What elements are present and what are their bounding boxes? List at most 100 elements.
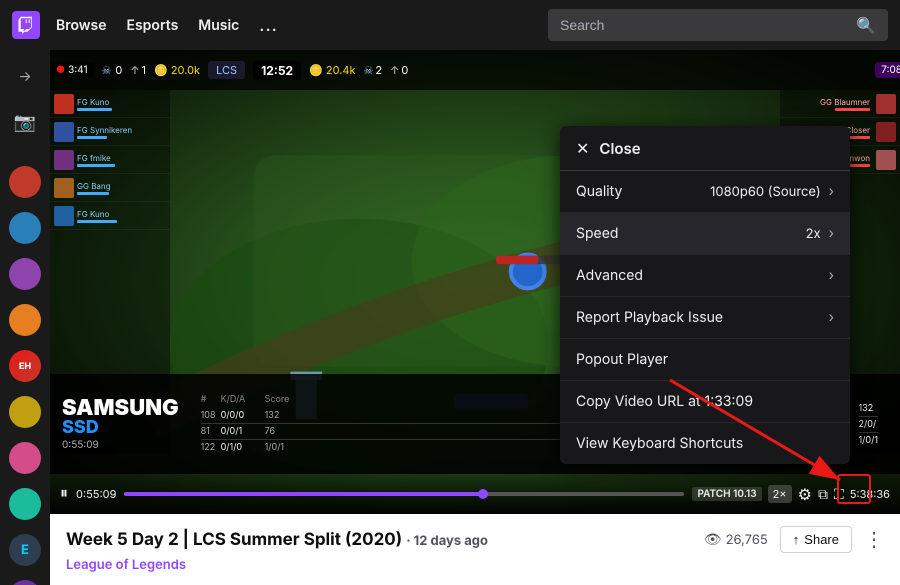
progress-bar[interactable] <box>124 492 684 496</box>
progress-thumb <box>478 489 488 499</box>
ad-brand-sub: SSD <box>62 419 99 437</box>
twitch-logo[interactable] <box>12 11 40 39</box>
hud-assists-left: ↑1 <box>130 63 146 77</box>
player-row-4: GG Bang <box>50 174 170 202</box>
share-button[interactable]: ↑ Share <box>780 526 852 553</box>
popup-item-speed[interactable]: Speed 2x › <box>560 213 850 255</box>
more-options-button[interactable]: ⋮ <box>864 527 884 552</box>
sidebar-avatar-10[interactable] <box>9 580 41 585</box>
player-avatar-2 <box>54 122 74 142</box>
speed-badge[interactable]: 2× <box>768 485 792 503</box>
view-count: 👁 26,765 <box>704 531 768 548</box>
hud-assists-right: ↑0 <box>390 63 408 77</box>
sidebar-camera-icon[interactable]: 📷 <box>9 106 41 138</box>
popup-advanced-label: Advanced <box>576 267 829 284</box>
video-title-block: Week 5 Day 2 | LCS Summer Split (2020) ·… <box>66 529 488 550</box>
popup-close-button[interactable]: ✕ <box>576 138 589 158</box>
sidebar-avatar-1[interactable] <box>9 166 41 198</box>
video-container[interactable]: ● 3:41 ☠ 0 ↑1 🪙 20.0k LCS 12:52 🪙 20.4k … <box>50 50 900 514</box>
fullscreen-button[interactable]: ⛶ <box>834 486 844 503</box>
eye-icon: 👁 <box>704 531 722 548</box>
right-scoreboard: 132 2/0/ 1/0/1 <box>859 401 879 448</box>
right-player-avatar-3 <box>876 150 896 170</box>
settings-button[interactable]: ⚙ <box>798 484 812 504</box>
ad-brand-name: SAMSUNG <box>62 397 179 419</box>
nav-browse[interactable]: Browse <box>56 17 107 34</box>
sidebar-avatar-6[interactable] <box>9 396 41 428</box>
video-age: · 12 days ago <box>406 533 488 549</box>
play-pause-button[interactable]: ⏸ <box>60 485 68 503</box>
popup-item-advanced[interactable]: Advanced › <box>560 255 850 297</box>
player-row-2: FG Synnikeren <box>50 118 170 146</box>
hud-gold-left: 🪙 20.0k <box>154 63 200 77</box>
lcs-badge: LCS <box>208 61 245 79</box>
content-area: ● 3:41 ☠ 0 ↑1 🪙 20.0k LCS 12:52 🪙 20.4k … <box>50 50 900 585</box>
popup-quality-value: 1080p60 (Source) <box>710 184 820 200</box>
player-row-5: FG Kuno <box>50 202 170 230</box>
video-actions: 👁 26,765 ↑ Share ⋮ <box>704 526 884 553</box>
search-bar[interactable]: 🔍 <box>548 9 888 41</box>
nav-music[interactable]: Music <box>198 17 239 34</box>
current-time: 0:55:09 <box>76 487 116 501</box>
right-player-avatar-1 <box>876 94 896 114</box>
nav-more[interactable]: ... <box>259 15 278 36</box>
right-player-avatar-2 <box>876 122 896 142</box>
popup-item-report[interactable]: Report Playback Issue › <box>560 297 850 339</box>
settings-popup: ✕ Close Quality 1080p60 (Source) › Speed… <box>560 126 850 464</box>
player-avatar-1 <box>54 94 74 114</box>
total-time: 5:38:36 <box>850 487 890 501</box>
popup-item-copy-url[interactable]: Copy Video URL at 1:33:09 <box>560 381 850 423</box>
right-player-row-1: GG Blaumner <box>780 90 900 118</box>
sidebar-avatar-5[interactable]: EH <box>9 350 41 382</box>
video-controls: ⏸ 0:55:09 PATCH 10.13 2× ⚙ ⧉ ⛶ 5:38:36 <box>50 474 900 514</box>
search-input[interactable] <box>560 17 848 33</box>
progress-fill <box>124 492 488 496</box>
below-video: Week 5 Day 2 | LCS Summer Split (2020) ·… <box>50 514 900 585</box>
player-info-2: FG Synnikeren <box>77 125 132 139</box>
nav-links: Browse Esports Music ... <box>56 15 278 36</box>
patch-badge: PATCH 10.13 <box>692 487 761 501</box>
sidebar-avatar-7[interactable] <box>9 442 41 474</box>
popup-keyboard-label: View Keyboard Shortcuts <box>576 435 834 452</box>
main-layout: → 📷 EH E <box>0 50 900 585</box>
search-icon: 🔍 <box>856 15 876 35</box>
player-info-5: FG Kuno <box>77 209 117 223</box>
popup-item-quality[interactable]: Quality 1080p60 (Source) › <box>560 171 850 213</box>
popup-report-label: Report Playback Issue <box>576 309 829 326</box>
nav-esports[interactable]: Esports <box>127 17 179 34</box>
game-hud-top: ● 3:41 ☠ 0 ↑1 🪙 20.0k LCS 12:52 🪙 20.4k … <box>50 50 900 90</box>
player-info-4: GG Bang <box>77 181 111 195</box>
popup-speed-label: Speed <box>576 225 806 242</box>
popup-item-popout[interactable]: Popout Player <box>560 339 850 381</box>
top-navigation: Browse Esports Music ... 🔍 <box>0 0 900 50</box>
popup-quality-label: Quality <box>576 183 710 200</box>
popup-report-arrow: › <box>829 309 834 326</box>
player-row-1: FG Kuno <box>50 90 170 118</box>
sidebar-collapse-icon[interactable]: → <box>9 60 41 92</box>
player-info-1: FG Kuno <box>77 97 112 111</box>
hud-kills-left: ☠ 0 <box>102 63 123 77</box>
popup-copy-url-label: Copy Video URL at 1:33:09 <box>576 393 834 410</box>
sidebar-avatar-2[interactable] <box>9 212 41 244</box>
popup-item-keyboard[interactable]: View Keyboard Shortcuts <box>560 423 850 464</box>
popup-advanced-arrow: › <box>829 267 834 284</box>
sidebar-avatar-9[interactable]: E <box>9 534 41 566</box>
channel-link[interactable]: League of Legends <box>66 557 186 573</box>
right-player-info-1: GG Blaumner <box>820 97 870 111</box>
sidebar-avatar-4[interactable] <box>9 304 41 336</box>
stream-timer-value: 3:41 <box>68 64 87 76</box>
player-avatar-5 <box>54 206 74 226</box>
stream-timer: ● 3:41 <box>50 62 94 78</box>
player-avatar-3 <box>54 150 74 170</box>
player-row-3: FG fmike <box>50 146 170 174</box>
popup-speed-arrow: › <box>829 225 834 242</box>
sidebar-avatar-3[interactable] <box>9 258 41 290</box>
popup-speed-value: 2x <box>806 226 821 242</box>
popup-popout-label: Popout Player <box>576 351 834 368</box>
hud-icon-skull: ☠ <box>102 63 112 77</box>
stream-timer-right: 7:08 <box>875 62 900 78</box>
main-timer: 12:52 <box>253 61 301 80</box>
hud-kills-right: ☠2 <box>364 63 383 77</box>
sidebar-avatar-8[interactable] <box>9 488 41 520</box>
pip-button[interactable]: ⧉ <box>818 486 828 503</box>
